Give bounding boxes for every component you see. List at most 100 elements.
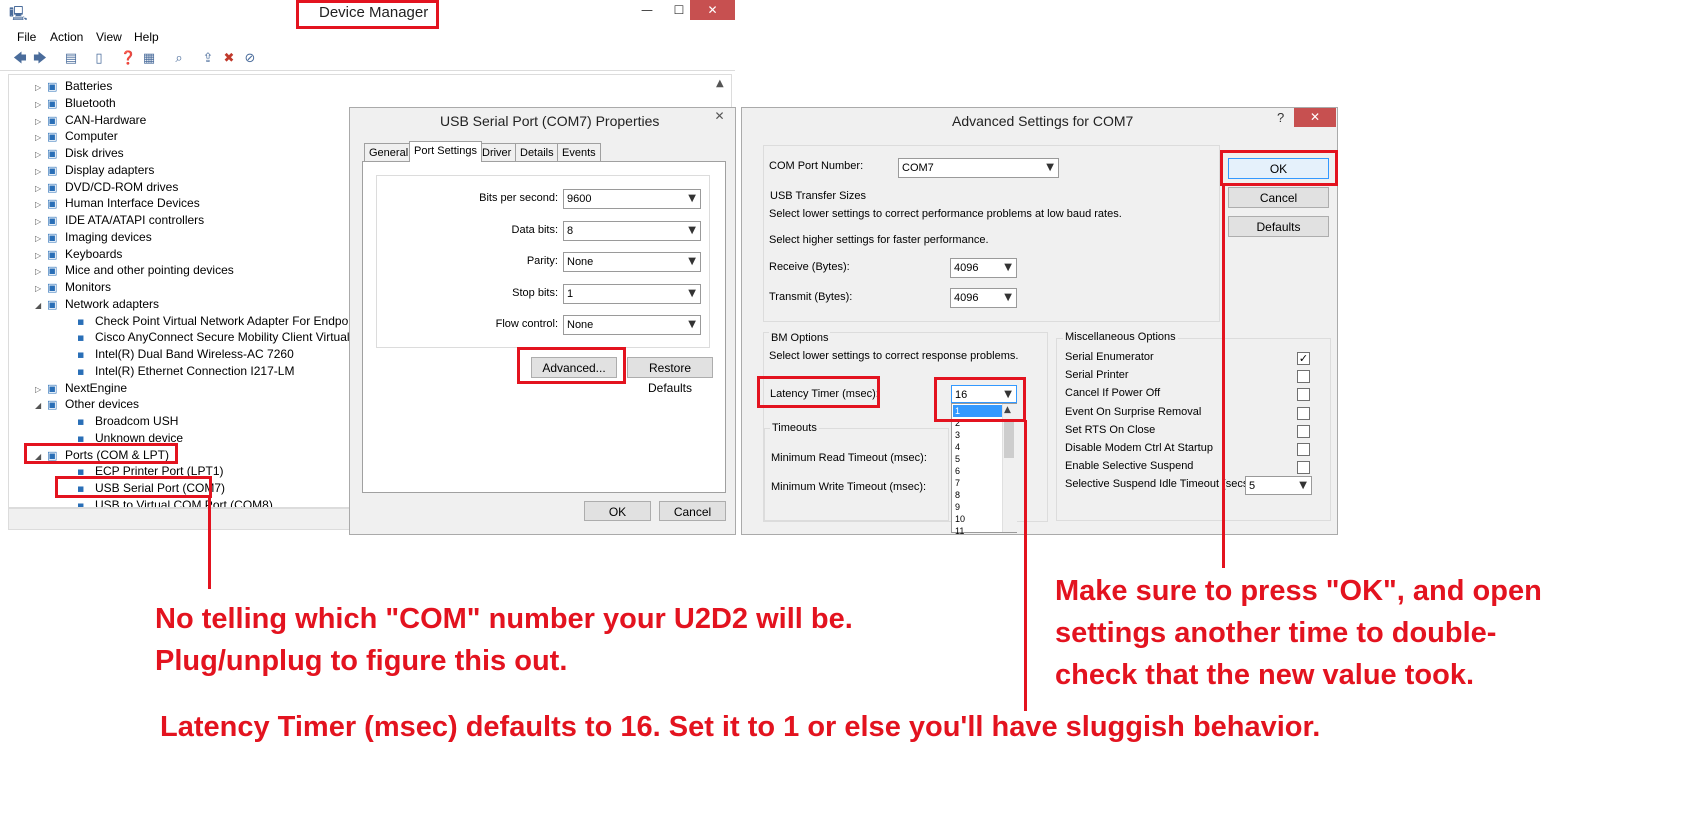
port-field-select[interactable]: None ▼ — [563, 315, 701, 335]
grid-icon[interactable]: ▦ — [141, 51, 157, 67]
advanced-ok-button[interactable]: OK — [1228, 158, 1329, 179]
latency-option[interactable]: 11 — [953, 525, 1005, 537]
forward-arrow-icon[interactable]: 🡆 — [32, 51, 48, 67]
checkbox-unchecked[interactable] — [1297, 424, 1310, 438]
latency-timer-select[interactable]: 16 ▼ — [951, 385, 1017, 403]
update-driver-icon[interactable]: ⇪ — [200, 51, 216, 67]
restore-defaults-button[interactable]: Restore Defaults — [627, 357, 713, 395]
tree-item[interactable]: ▪ Check Point Virtual Network Adapter For… — [65, 313, 389, 330]
port-field-select[interactable]: 1 ▼ — [563, 283, 701, 304]
tree-item[interactable]: ▪ Intel(R) Ethernet Connection I217-LM — [65, 363, 294, 380]
maximize-button[interactable]: ☐ — [665, 0, 693, 20]
tree-item[interactable]: ▷ ▣ Mice and other pointing devices — [35, 262, 234, 279]
checkbox-unchecked[interactable] — [1297, 406, 1310, 420]
port-field-select[interactable]: None ▼ — [563, 252, 701, 272]
expanded-triangle-icon[interactable]: ◢ — [35, 297, 47, 314]
advanced-close-icon[interactable]: ✕ — [1294, 108, 1336, 127]
menu-help[interactable]: Help — [134, 30, 159, 44]
tab-port-settings[interactable]: Port Settings — [409, 141, 482, 162]
defaults-button[interactable]: Defaults — [1228, 216, 1329, 237]
tree-item[interactable]: ◢ ▣ Network adapters — [35, 296, 159, 313]
help-button[interactable]: ? — [1277, 110, 1284, 125]
scroll-up-icon[interactable]: ▲ — [1004, 405, 1011, 415]
back-arrow-icon[interactable]: 🡄 — [12, 51, 28, 67]
checkbox-unchecked[interactable] — [1297, 443, 1310, 456]
latency-option[interactable]: 4 — [953, 441, 1005, 453]
collapsed-triangle-icon[interactable]: ▷ — [35, 79, 47, 96]
tab-events[interactable]: Events — [557, 143, 601, 161]
latency-option[interactable]: 3 — [953, 429, 1005, 441]
tree-scroll-up-arrow[interactable]: ▲ — [716, 78, 724, 89]
com-port-select[interactable]: COM7 ▼ — [898, 158, 1059, 178]
expanded-triangle-icon[interactable]: ◢ — [35, 448, 47, 465]
tree-item[interactable]: ▷ ▣ Disk drives — [35, 145, 124, 162]
collapsed-triangle-icon[interactable]: ▷ — [35, 280, 47, 297]
collapsed-triangle-icon[interactable]: ▷ — [35, 213, 47, 230]
tree-item[interactable]: ▪ ECP Printer Port (LPT1) — [65, 463, 223, 480]
checkbox-checked[interactable]: ✓ — [1297, 352, 1310, 365]
tree-item[interactable]: ▪ Cisco AnyConnect Secure Mobility Client… — [65, 329, 396, 346]
menu-file[interactable]: File — [17, 30, 36, 44]
collapsed-triangle-icon[interactable]: ▷ — [35, 146, 47, 163]
menu-view[interactable]: View — [96, 30, 122, 44]
tree-item[interactable]: ▷ ▣ Keyboards — [35, 246, 122, 263]
port-field-select[interactable]: 9600 ▼ — [563, 189, 701, 209]
tree-item[interactable]: ▷ ▣ Bluetooth — [35, 95, 116, 112]
collapsed-triangle-icon[interactable]: ▷ — [35, 163, 47, 180]
advanced-button[interactable]: Advanced... — [531, 357, 617, 378]
latency-option[interactable]: 7 — [953, 477, 1005, 489]
latency-option[interactable]: 6 — [953, 465, 1005, 477]
properties-icon[interactable]: ▤ — [63, 51, 79, 67]
tree-item[interactable]: ▷ ▣ Imaging devices — [35, 229, 152, 246]
collapsed-triangle-icon[interactable]: ▷ — [35, 196, 47, 213]
collapsed-triangle-icon[interactable]: ▷ — [35, 129, 47, 146]
disable-icon[interactable]: ⊘ — [242, 51, 258, 67]
tree-item[interactable]: ▪ Intel(R) Dual Band Wireless-AC 7260 — [65, 346, 294, 363]
expanded-triangle-icon[interactable]: ◢ — [35, 397, 47, 414]
tree-item[interactable]: ◢ ▣ Other devices — [35, 396, 139, 413]
tab-general[interactable]: General — [364, 143, 414, 161]
collapsed-triangle-icon[interactable]: ▷ — [35, 113, 47, 130]
latency-option[interactable]: 2 — [953, 417, 1005, 429]
tree-item[interactable]: ▷ ▣ Display adapters — [35, 162, 154, 179]
tab-driver[interactable]: Driver — [477, 143, 517, 161]
latency-option[interactable]: 5 — [953, 453, 1005, 465]
latency-option[interactable]: 8 — [953, 489, 1005, 501]
help-icon[interactable]: ❓ — [120, 51, 136, 67]
minimize-button[interactable]: — — [632, 0, 662, 20]
tree-item[interactable]: ▪ Broadcom USH — [65, 413, 178, 430]
collapsed-triangle-icon[interactable]: ▷ — [35, 180, 47, 197]
properties-ok-button[interactable]: OK — [584, 501, 651, 521]
tree-item[interactable]: ▪ USB Serial Port (COM7) — [65, 480, 225, 497]
collapsed-triangle-icon[interactable]: ▷ — [35, 247, 47, 264]
tree-item[interactable]: ▷ ▣ Computer — [35, 128, 118, 145]
tree-item[interactable]: ◢ ▣ Ports (COM & LPT) — [35, 447, 169, 464]
tree-item[interactable]: ▷ ▣ IDE ATA/ATAPI controllers — [35, 212, 204, 229]
tree-item[interactable]: ▷ ▣ NextEngine — [35, 380, 127, 397]
suspend-timeout-select[interactable]: 5 ▼ — [1245, 476, 1312, 495]
dropdown-scroll-thumb[interactable] — [1004, 420, 1014, 458]
close-button[interactable]: ✕ — [690, 0, 735, 20]
checkbox-unchecked[interactable] — [1297, 461, 1310, 475]
tree-item[interactable]: ▷ ▣ CAN-Hardware — [35, 112, 146, 129]
collapsed-triangle-icon[interactable]: ▷ — [35, 381, 47, 398]
port-field-select[interactable]: 8 ▼ — [563, 220, 701, 241]
tree-item[interactable]: ▪ USB to Virtual COM Port (COM8) — [65, 497, 273, 507]
latency-option[interactable]: 9 — [953, 501, 1005, 513]
transmit-select[interactable]: 4096 ▼ — [950, 288, 1017, 308]
uninstall-icon[interactable]: ✖ — [221, 51, 237, 67]
tree-item[interactable]: ▷ ▣ Monitors — [35, 279, 111, 296]
properties-cancel-button[interactable]: Cancel — [659, 501, 726, 521]
latency-option[interactable]: 1 — [953, 405, 1005, 417]
collapsed-triangle-icon[interactable]: ▷ — [35, 230, 47, 247]
checkbox-unchecked[interactable] — [1297, 370, 1310, 384]
latency-option[interactable]: 10 — [953, 513, 1005, 525]
collapsed-triangle-icon[interactable]: ▷ — [35, 96, 47, 113]
checkbox-unchecked[interactable] — [1297, 388, 1310, 402]
advanced-cancel-button[interactable]: Cancel — [1228, 187, 1329, 208]
tree-item[interactable]: ▪ Unknown device — [65, 430, 183, 447]
tree-item[interactable]: ▷ ▣ DVD/CD-ROM drives — [35, 179, 178, 196]
tab-details[interactable]: Details — [515, 143, 559, 161]
scan-hardware-icon[interactable]: ⌕ — [171, 51, 187, 67]
tree-item[interactable]: ▷ ▣ Human Interface Devices — [35, 195, 200, 212]
